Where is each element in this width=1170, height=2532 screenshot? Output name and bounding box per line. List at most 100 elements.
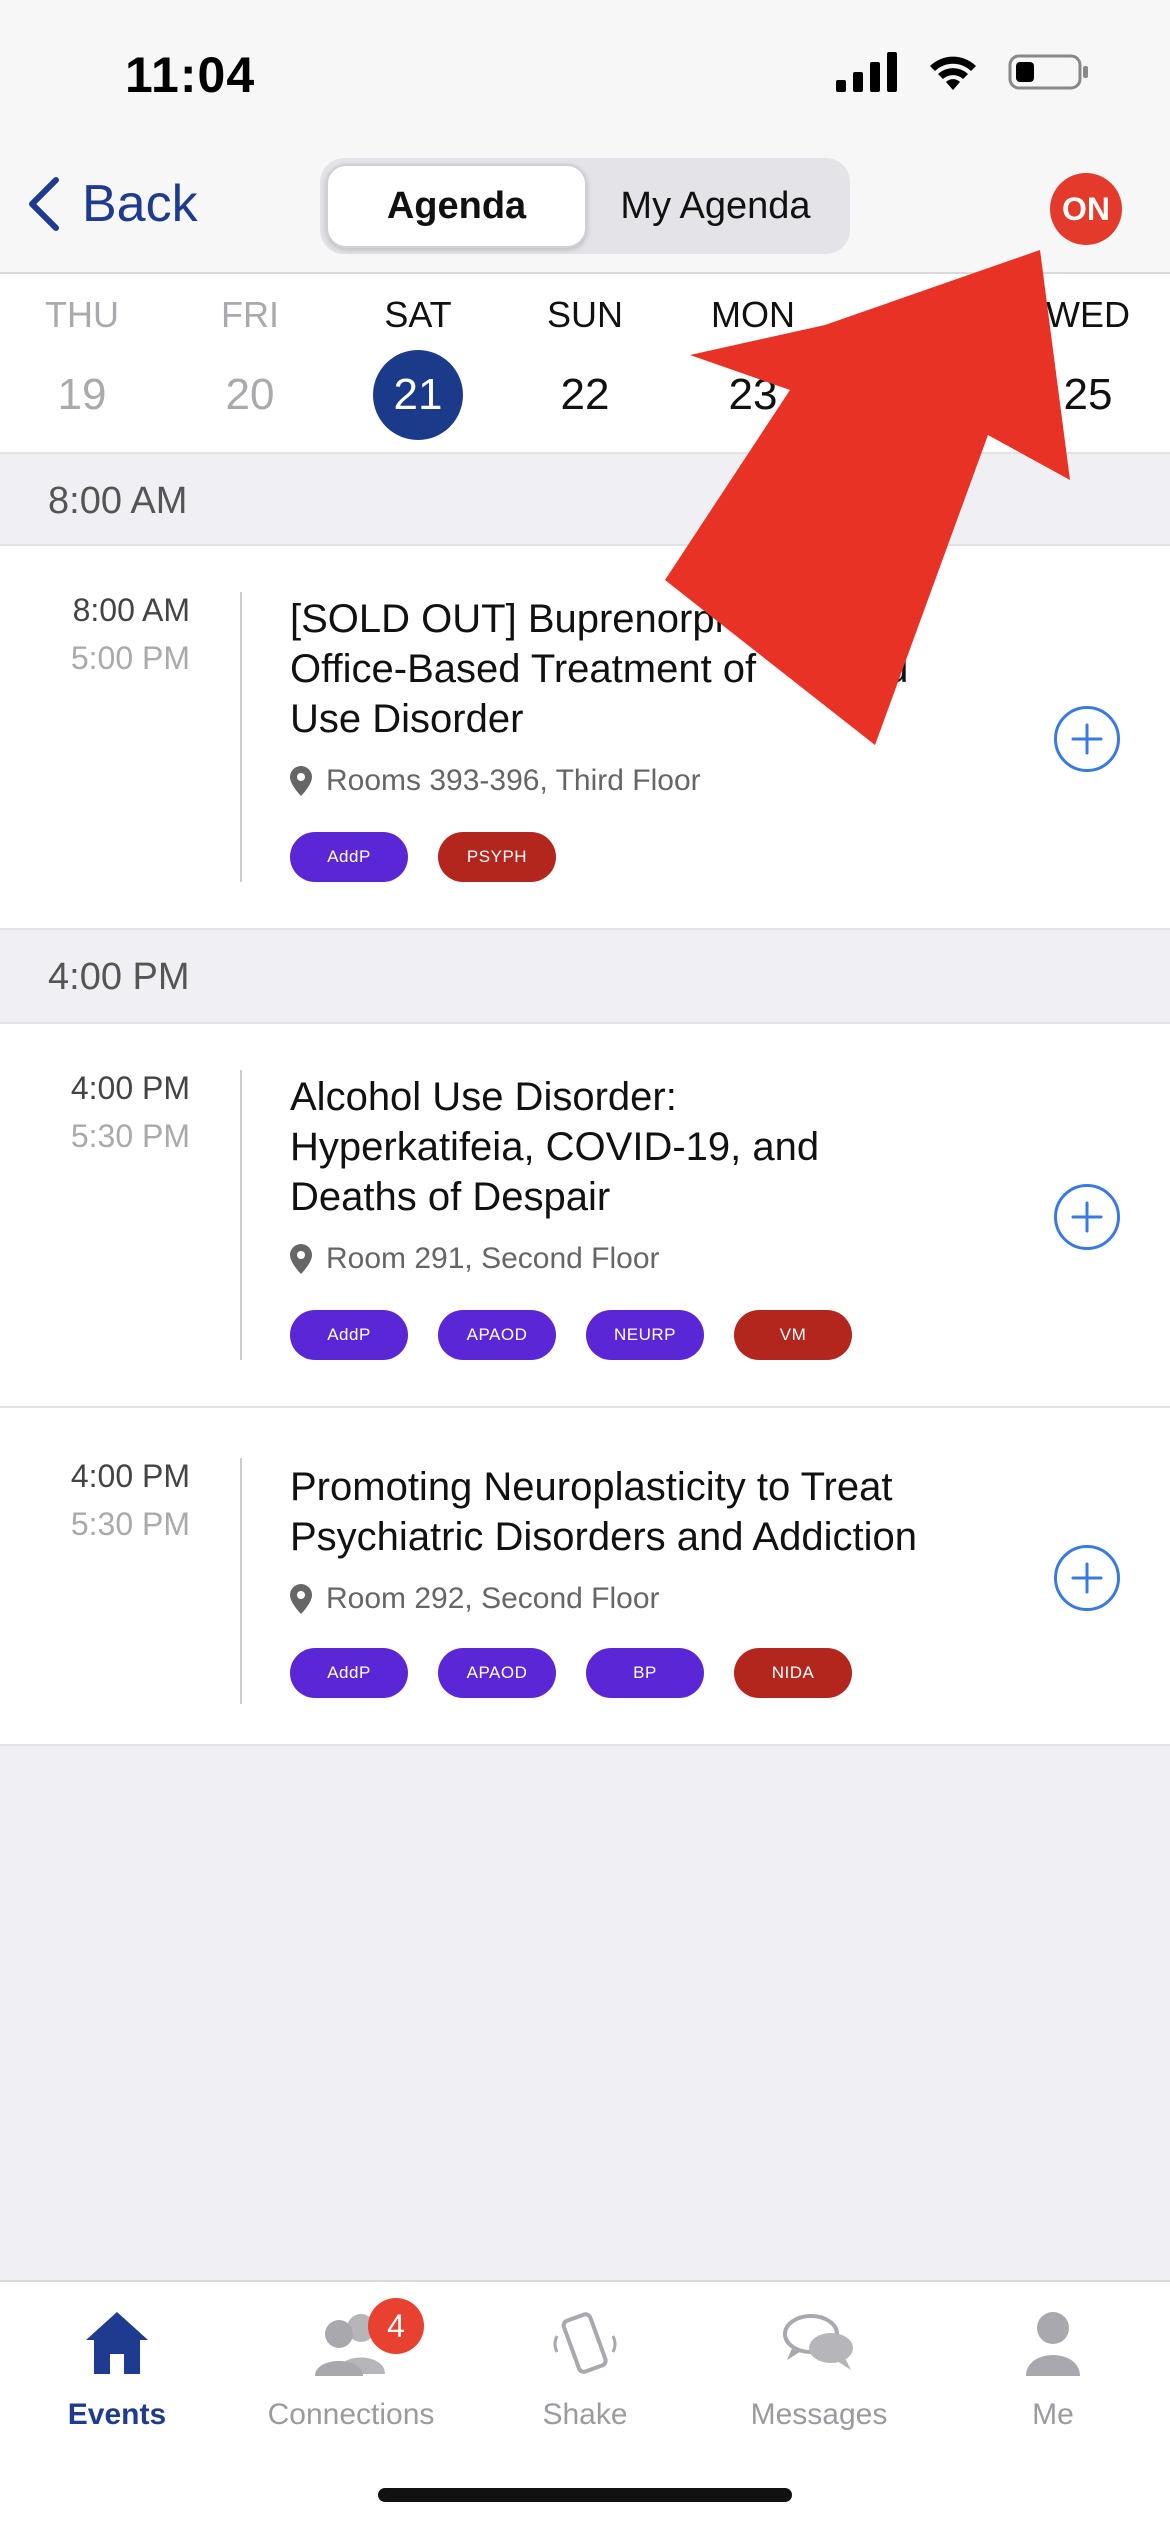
location-label: Room 292, Second Floor [326, 1582, 660, 1615]
day-of-week: MON [711, 294, 795, 335]
status-icons [836, 52, 1090, 92]
tag-badge: NIDA [734, 1648, 852, 1698]
add-to-agenda-button[interactable] [1054, 1545, 1120, 1611]
tag-badge: NEURP [586, 1310, 704, 1360]
add-to-agenda-button[interactable] [1054, 1184, 1120, 1250]
tab-label: Me [1032, 2398, 1074, 2431]
day-number: 25 [1063, 370, 1113, 419]
tag-badge: BP [586, 1648, 704, 1698]
time-section-header: 8:00 AM [0, 456, 1170, 548]
tag-badge: PSYPH [438, 832, 556, 882]
status-bar: 11:04 [0, 0, 1170, 150]
nav-bar: Back Agenda My Agenda ON [0, 150, 1170, 274]
session-times: 8:00 AM 5:00 PM [0, 592, 190, 677]
tab-connections[interactable]: 4 Connections [234, 2282, 468, 2472]
session-end-time: 5:30 PM [70, 1118, 190, 1154]
session-location: Room 291, Second Floor [290, 1242, 660, 1276]
date-sat-21[interactable]: SAT 21 [338, 274, 498, 454]
plus-icon [1071, 1562, 1103, 1594]
tag-badge: APAOD [438, 1648, 556, 1698]
back-label: Back [82, 175, 198, 233]
session-title-line: Psychiatric Disorders and Addiction [290, 1515, 917, 1559]
notification-badge: 4 [368, 2298, 424, 2354]
location-pin-icon [290, 1244, 312, 1274]
time-section-header: 4:00 PM [0, 932, 1170, 1024]
session-title-line: Promoting Neuroplasticity to Treat [290, 1465, 893, 1509]
session-title-line: [SOLD OUT] Buprenorphi [290, 597, 746, 641]
tab-agenda[interactable]: Agenda [326, 164, 587, 248]
person-icon [1026, 2312, 1080, 2376]
tab-me[interactable]: Me [936, 2282, 1170, 2472]
session-end-time: 5:30 PM [70, 1506, 190, 1542]
tab-label: Connections [267, 2398, 435, 2431]
date-wed-25[interactable]: WED 25 [1008, 274, 1168, 454]
session-tags: AddP APAOD BP NIDA [290, 1648, 852, 1698]
day-number: 23 [728, 370, 778, 419]
session-card[interactable]: 8:00 AM 5:00 PM [SOLD OUT] Buprenorphi O… [0, 544, 1170, 930]
tag-badge: VM [734, 1310, 852, 1360]
plus-icon [1071, 1201, 1103, 1233]
status-time: 11:04 [125, 47, 256, 103]
tab-events[interactable]: Events [0, 2282, 234, 2472]
date-strip: THU 19 FRI 20 SAT 21 SUN 22 MON 23 WED 2… [0, 274, 1170, 454]
signal-icon [836, 52, 897, 92]
tag-badge: AddP [290, 1310, 408, 1360]
add-to-agenda-button[interactable] [1054, 706, 1120, 772]
day-number: 22 [560, 370, 610, 419]
home-icon [86, 2312, 148, 2374]
day-number: 19 [57, 370, 107, 419]
tab-label: Shake [542, 2398, 628, 2431]
time-divider [240, 1070, 242, 1360]
plus-icon [1071, 723, 1103, 755]
session-card[interactable]: 4:00 PM 5:30 PM Alcohol Use Disorder: Hy… [0, 1022, 1170, 1408]
day-number: 20 [225, 370, 275, 419]
tab-shake[interactable]: Shake [468, 2282, 702, 2472]
session-end-time: 5:00 PM [70, 640, 190, 676]
session-times: 4:00 PM 5:30 PM [0, 1458, 190, 1543]
location-label: Room 291, Second Floor [326, 1242, 660, 1275]
section-time-label: 4:00 PM [48, 956, 190, 998]
back-button[interactable]: Back [24, 174, 198, 234]
day-of-week: FRI [221, 294, 279, 335]
on-toggle-badge[interactable]: ON [1050, 173, 1122, 245]
day-of-week: THU [45, 294, 119, 335]
battery-icon [1008, 54, 1088, 90]
agenda-segmented-control: Agenda My Agenda [320, 158, 850, 254]
session-card[interactable]: 4:00 PM 5:30 PM Promoting Neuroplasticit… [0, 1408, 1170, 1746]
tag-badge: AddP [290, 832, 408, 882]
session-tags: AddP PSYPH [290, 832, 556, 882]
session-title-line: Hyperkatifeia, COVID-19, and [290, 1125, 820, 1169]
session-start-time: 8:00 AM [72, 592, 190, 628]
time-divider [240, 1458, 242, 1704]
session-location: Rooms 393-396, Third Floor [290, 764, 701, 798]
tab-label: Events [67, 2398, 167, 2431]
location-pin-icon [290, 1584, 312, 1614]
date-thu-19[interactable]: THU 19 [2, 274, 162, 454]
wifi-icon [930, 56, 976, 90]
session-tags: AddP APAOD NEURP VM [290, 1310, 852, 1360]
date-fri-20[interactable]: FRI 20 [170, 274, 330, 454]
section-time-label: 8:00 AM [48, 480, 188, 522]
tab-messages[interactable]: Messages [702, 2282, 936, 2472]
location-pin-icon [290, 766, 312, 796]
session-title: Alcohol Use Disorder: Hyperkatifeia, COV… [290, 1072, 990, 1222]
day-number: 21 [373, 350, 463, 440]
home-indicator[interactable] [378, 2488, 792, 2502]
phone-shake-icon [553, 2312, 617, 2374]
session-start-time: 4:00 PM [70, 1458, 190, 1494]
day-of-week: SUN [546, 294, 623, 335]
date-sun-22[interactable]: SUN 22 [505, 274, 665, 454]
session-title-line: Alcohol Use Disorder: [290, 1075, 677, 1119]
session-title-line: Deaths of Despair [290, 1175, 611, 1219]
tag-badge: APAOD [438, 1310, 556, 1360]
chat-bubbles-icon [783, 2314, 853, 2370]
date-mon-23[interactable]: MON 23 [673, 274, 833, 454]
session-times: 4:00 PM 5:30 PM [0, 1070, 190, 1155]
session-title-line: Use Disorder [290, 697, 524, 741]
session-start-time: 4:00 PM [70, 1070, 190, 1106]
tab-label: Messages [750, 2398, 888, 2431]
tab-my-agenda[interactable]: My Agenda [587, 164, 844, 248]
tag-badge: AddP [290, 1648, 408, 1698]
day-of-week: SAT [384, 294, 452, 335]
day-of-week: WED [1046, 294, 1130, 335]
